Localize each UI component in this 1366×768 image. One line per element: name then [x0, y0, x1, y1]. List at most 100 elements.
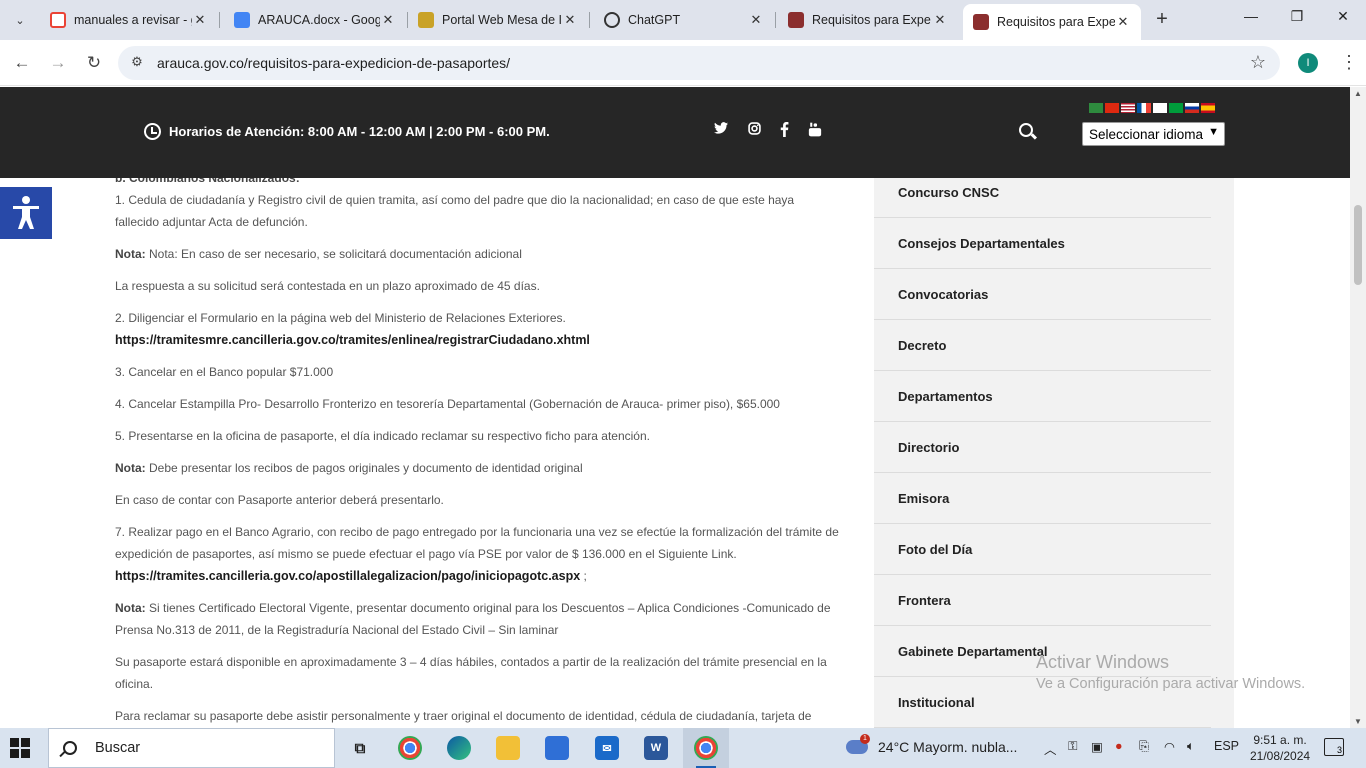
- close-tab-icon[interactable]: ✕: [380, 12, 396, 28]
- volume-icon[interactable]: 🔈︎: [1187, 739, 1195, 754]
- taskbar-search-placeholder: Buscar: [95, 740, 141, 756]
- word-icon[interactable]: W: [644, 736, 668, 760]
- sidebar-item-decreto[interactable]: Decreto: [874, 320, 1211, 371]
- sidebar-item-emisora[interactable]: Emisora: [874, 473, 1211, 524]
- tray-network-device-icon[interactable]: ⎘: [1139, 739, 1149, 754]
- sidebar-item-foto-del-dia[interactable]: Foto del Día: [874, 524, 1211, 575]
- instagram-icon[interactable]: [745, 122, 763, 138]
- weather-widget[interactable]: 1 24°C Mayorm. nubla...: [846, 734, 1017, 755]
- russian-flag-icon[interactable]: [1185, 103, 1199, 113]
- windows-taskbar: Buscar ⧉ ✉ W 1 24°C Mayorm. nubla... ︿ ⚿…: [0, 728, 1366, 768]
- cancilleria-registration-link[interactable]: https://tramitesmre.cancilleria.gov.co/t…: [115, 333, 590, 347]
- paragraph: 2. Diligenciar el Formulario en la págin…: [115, 307, 840, 351]
- youtube-icon[interactable]: [806, 122, 824, 140]
- tray-monitor-icon[interactable]: ▣: [1091, 739, 1103, 754]
- note-paragraph: Nota: Si tienes Certificado Electoral Vi…: [115, 597, 840, 641]
- close-tab-icon[interactable]: ✕: [932, 12, 948, 28]
- tray-update-icon[interactable]: ●: [1115, 739, 1123, 753]
- twitter-icon[interactable]: [712, 122, 730, 137]
- taskbar-clock[interactable]: 9:51 a. m. 21/08/2024: [1250, 732, 1310, 764]
- chatgpt-icon: [604, 12, 620, 28]
- french-flag-icon[interactable]: [1137, 103, 1151, 113]
- arabic-flag-icon[interactable]: [1089, 103, 1103, 113]
- facebook-icon[interactable]: [775, 122, 793, 140]
- korean-flag-icon[interactable]: [1153, 103, 1167, 113]
- page-scrollbar[interactable]: ▲ ▼: [1350, 87, 1366, 728]
- tab-requisitos-1[interactable]: Requisitos para Expe ✕: [778, 4, 958, 36]
- tab-arauca-docx[interactable]: ARAUCA.docx - Goog ✕: [224, 4, 406, 36]
- tray-chevron-up-icon[interactable]: ︿: [1044, 739, 1057, 758]
- search-icon: [63, 741, 77, 755]
- address-bar[interactable]: ⚙ arauca.gov.co/requisitos-para-expedici…: [118, 46, 1280, 80]
- forward-arrow-icon[interactable]: →: [47, 52, 69, 74]
- file-explorer-icon[interactable]: [496, 736, 520, 760]
- accessibility-button[interactable]: [0, 187, 52, 239]
- windows-start-icon[interactable]: [10, 738, 30, 758]
- profile-avatar[interactable]: I: [1298, 53, 1318, 73]
- paragraph: 3. Cancelar en el Banco popular $71.000: [115, 365, 334, 379]
- notifications-icon[interactable]: 3: [1324, 738, 1344, 756]
- tray-app-icon[interactable]: ⚿: [1068, 739, 1078, 754]
- chinese-flag-icon[interactable]: [1105, 103, 1119, 113]
- portuguese-flag-icon[interactable]: [1169, 103, 1183, 113]
- chrome-profile-icon[interactable]: [694, 736, 718, 760]
- minimize-icon[interactable]: —: [1236, 8, 1266, 32]
- input-language[interactable]: ESP: [1214, 739, 1239, 753]
- scroll-up-icon[interactable]: ▲: [1354, 89, 1362, 98]
- tab-chatgpt[interactable]: ChatGPT ✕: [594, 4, 774, 36]
- mail-icon[interactable]: ✉: [595, 736, 619, 760]
- close-tab-icon[interactable]: ✕: [1115, 14, 1131, 30]
- language-select-value: Seleccionar idioma: [1089, 127, 1204, 142]
- gmail-icon: [50, 12, 66, 28]
- microsoft-store-icon[interactable]: [545, 736, 569, 760]
- paragraph: 4. Cancelar Estampilla Pro- Desarrollo F…: [115, 397, 780, 411]
- close-window-icon[interactable]: ✕: [1328, 8, 1358, 32]
- sidebar-item-convocatorias[interactable]: Convocatorias: [874, 269, 1211, 320]
- restore-icon[interactable]: ❐: [1282, 8, 1312, 32]
- back-arrow-icon[interactable]: ←: [11, 52, 33, 74]
- activate-windows-subtitle: Ve a Configuración para activar Windows.: [1036, 676, 1306, 692]
- payment-link[interactable]: https://tramites.cancilleria.gov.co/apos…: [115, 569, 580, 583]
- tab-gmail[interactable]: manuales a revisar - g ✕: [40, 4, 218, 36]
- tab-title: ARAUCA.docx - Goog: [258, 13, 380, 27]
- tab-requisitos-active[interactable]: Requisitos para Expe ✕: [963, 4, 1141, 40]
- taskbar-search[interactable]: Buscar: [48, 728, 335, 768]
- tab-title: Requisitos para Expe: [997, 15, 1115, 29]
- article-content: b. Colombianos Nacionalizados: 1. Cedula…: [115, 167, 840, 728]
- english-flag-icon[interactable]: [1121, 103, 1135, 113]
- arauca-icon: [973, 14, 989, 30]
- reload-icon[interactable]: ↻: [83, 52, 105, 74]
- note-label: Nota:: [115, 461, 146, 475]
- site-settings-icon[interactable]: ⚙: [128, 54, 146, 72]
- browser-menu-icon[interactable]: ⋮: [1340, 52, 1358, 73]
- sidebar-item-consejos[interactable]: Consejos Departamentales: [874, 218, 1211, 269]
- portal-icon: [418, 12, 434, 28]
- close-tab-icon[interactable]: ✕: [192, 12, 208, 28]
- sidebar-item-frontera[interactable]: Frontera: [874, 575, 1211, 626]
- new-tab-plus-icon[interactable]: +: [1150, 8, 1174, 32]
- search-icon[interactable]: [1019, 123, 1033, 137]
- paragraph-text: 2. Diligenciar el Formulario en la págin…: [115, 311, 566, 325]
- spanish-flag-icon[interactable]: [1201, 103, 1215, 113]
- paragraph: 7. Realizar pago en el Banco Agrario, co…: [115, 521, 840, 587]
- task-view-icon[interactable]: ⧉: [348, 736, 372, 760]
- site-top-bar: Horarios de Atención: 8:00 AM - 12:00 AM…: [0, 87, 1350, 178]
- bookmark-star-icon[interactable]: ☆: [1250, 52, 1266, 73]
- wifi-icon[interactable]: ◠: [1164, 739, 1175, 754]
- sidebar-item-directorio[interactable]: Directorio: [874, 422, 1211, 473]
- edge-icon[interactable]: [447, 736, 471, 760]
- activate-windows-title: Activar Windows: [1036, 652, 1170, 672]
- weather-badge: 1: [860, 734, 870, 744]
- close-tab-icon[interactable]: ✕: [562, 12, 578, 28]
- tab-portal-web[interactable]: Portal Web Mesa de I ✕: [408, 4, 588, 36]
- scroll-down-icon[interactable]: ▼: [1354, 717, 1362, 726]
- url-text[interactable]: arauca.gov.co/requisitos-para-expedicion…: [157, 55, 510, 71]
- note-text: Nota: En caso de ser necesario, se solic…: [145, 247, 522, 261]
- office-hours: Horarios de Atención: 8:00 AM - 12:00 AM…: [144, 123, 550, 140]
- chrome-icon[interactable]: [398, 736, 422, 760]
- scrollbar-thumb[interactable]: [1354, 205, 1362, 285]
- close-tab-icon[interactable]: ✕: [748, 12, 764, 28]
- tab-search-chevron-icon[interactable]: ⌄: [8, 8, 32, 32]
- language-select[interactable]: Seleccionar idioma ▼: [1082, 122, 1225, 146]
- sidebar-item-departamentos[interactable]: Departamentos: [874, 371, 1211, 422]
